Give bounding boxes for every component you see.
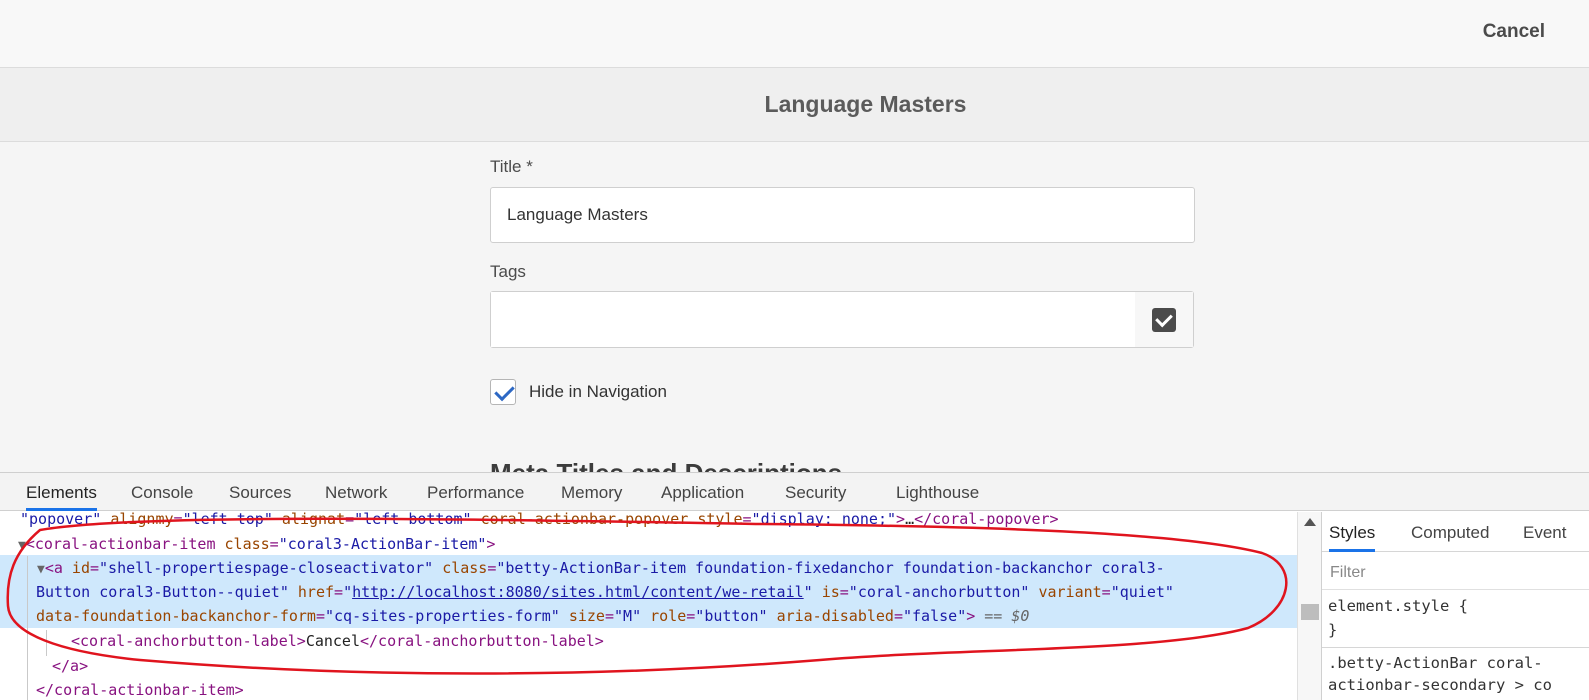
tags-picker-button[interactable] [1135,292,1193,347]
hide-in-navigation-checkbox[interactable] [490,379,516,405]
title-bar: Language Masters [0,68,1589,142]
cancel-button[interactable]: Cancel [1483,19,1545,45]
styles-filter-input[interactable] [1326,559,1588,587]
collapse-triangle-icon[interactable]: ▼ [37,562,45,577]
dom-line-anchorbutton-label[interactable]: <coral-anchorbutton-label>Cancel</coral-… [71,629,604,653]
tab-network[interactable]: Network [325,473,387,511]
scroll-thumb[interactable] [1301,604,1319,620]
tab-computed[interactable]: Computed [1411,512,1489,552]
tab-console[interactable]: Console [131,473,193,511]
tab-elements[interactable]: Elements [26,473,97,511]
tab-application[interactable]: Application [661,473,744,511]
dom-line-close-anchor[interactable]: </a> [52,654,88,678]
elements-tree[interactable]: "popover" alignmy="left top" alignat="le… [0,512,1297,700]
tab-sources[interactable]: Sources [229,473,291,511]
styles-tabbar: Styles Computed Event [1322,512,1589,552]
checkbox-square-icon [1152,307,1176,332]
tab-styles[interactable]: Styles [1329,512,1376,552]
dom-line-selected-anchor[interactable]: ▼<a id="shell-propertiespage-closeactiva… [37,556,1165,580]
tab-memory[interactable]: Memory [561,473,622,511]
hide-in-navigation-row: Hide in Navigation [490,379,667,405]
css-rule-selector-cont[interactable]: actionbar-secondary > co [1328,676,1552,694]
dom-line-selected-anchor-cont[interactable]: Button coral3-Button--quiet" href="http:… [36,580,1174,604]
divider [1322,589,1589,590]
selected-marker: == $0 [984,607,1030,625]
elements-scrollbar[interactable] [1297,512,1321,700]
dom-line-close-actionbar-item[interactable]: </coral-actionbar-item> [36,678,244,700]
aem-properties-page: Cancel Language Masters Title * Tags Hid… [0,0,1589,472]
devtools-panel: Elements Console Sources Network Perform… [0,472,1589,700]
tags-field [490,291,1194,348]
css-rule-selector[interactable]: .betty-ActionBar coral- [1328,654,1543,672]
tree-guide [27,556,28,700]
href-link[interactable]: http://localhost:8080/sites.html/content… [352,583,804,601]
tab-lighthouse[interactable]: Lighthouse [896,473,979,511]
dom-line-popover[interactable]: "popover" alignmy="left top" alignat="le… [20,512,1059,531]
element-style-rule[interactable]: element.style { [1328,597,1468,615]
collapse-triangle-icon[interactable]: ▼ [18,538,26,553]
title-field-label: Title * [490,157,533,176]
divider [1322,647,1589,648]
dom-line-actionbar-item[interactable]: ▼<coral-actionbar-item class="coral3-Act… [18,532,495,556]
tab-security[interactable]: Security [785,473,846,511]
section-heading: Meta Titles and Descriptions [490,458,842,472]
dom-line-selected-anchor-cont2[interactable]: data-foundation-backanchor-form="cq-site… [36,604,1029,628]
tags-field-label: Tags [490,262,526,281]
hide-in-navigation-label: Hide in Navigation [529,382,667,401]
action-bar: Cancel [0,0,1589,68]
scroll-up-arrow-icon[interactable] [1304,518,1316,526]
devtools-tabbar: Elements Console Sources Network Perform… [0,473,1589,511]
tab-event-listeners[interactable]: Event [1523,512,1566,552]
styles-sidebar: Styles Computed Event element.style { } … [1321,512,1589,700]
element-style-close: } [1328,621,1338,639]
tree-guide [46,630,47,656]
title-input[interactable] [490,187,1195,243]
tab-performance[interactable]: Performance [427,473,524,511]
tags-input[interactable] [491,292,1136,347]
page-title: Language Masters [764,91,967,117]
